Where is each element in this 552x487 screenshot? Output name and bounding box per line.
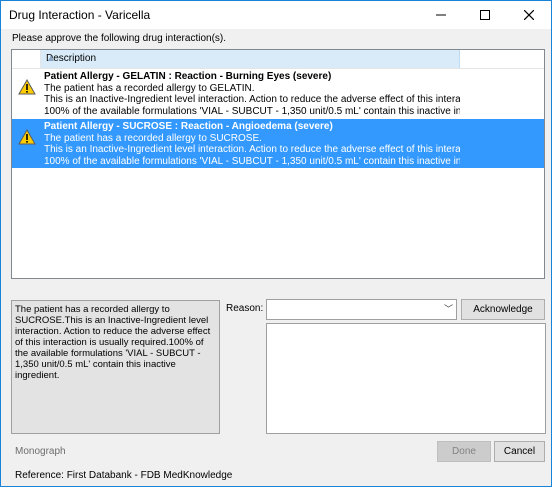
detail-panel: The patient has a recorded allergy to SU… [11, 300, 220, 434]
interaction-line: The patient has a recorded allergy to GE… [44, 82, 255, 94]
interaction-line: 100% of the available formulations 'VIAL… [44, 105, 460, 117]
cancel-button[interactable]: Cancel [494, 441, 545, 462]
reason-label: Reason: [226, 303, 264, 314]
interaction-row-text: Patient Allergy - GELATIN : Reaction - B… [44, 71, 460, 117]
acknowledge-button[interactable]: Acknowledge [461, 299, 545, 320]
monograph-link[interactable]: Monograph [15, 446, 66, 457]
warning-icon [18, 78, 36, 98]
window-title: Drug Interaction - Varicella [9, 8, 151, 22]
description-column-header[interactable]: Description ▲ [41, 50, 460, 68]
reason-dropdown[interactable]: ﹀ [266, 299, 457, 320]
minimize-button[interactable] [419, 1, 463, 29]
interaction-title: Patient Allergy - SUCROSE : Reaction - A… [44, 121, 333, 132]
interaction-list[interactable]: Description ▲ Patient Allergy - GELATIN … [11, 49, 545, 279]
dialog-window: Drug Interaction - Varicella Please appr… [0, 0, 552, 487]
detail-text: The patient has a recorded allergy to SU… [15, 304, 211, 381]
instruction-text: Please approve the following drug intera… [12, 33, 227, 44]
interaction-row-text: Patient Allergy - SUCROSE : Reaction - A… [44, 121, 460, 167]
close-icon [524, 10, 534, 20]
title-bar[interactable]: Drug Interaction - Varicella [1, 1, 551, 29]
reference-text: Reference: First Databank - FDB MedKnowl… [15, 470, 233, 481]
maximize-button[interactable] [463, 1, 507, 29]
icon-column-header[interactable] [12, 50, 41, 68]
chevron-down-icon: ﹀ [443, 304, 453, 314]
interaction-row-sucrose[interactable]: Patient Allergy - SUCROSE : Reaction - A… [12, 119, 544, 168]
maximize-icon [480, 10, 490, 20]
interaction-row-gelatin[interactable]: Patient Allergy - GELATIN : Reaction - B… [12, 69, 544, 118]
sort-ascending-icon: ▲ [46, 53, 56, 64]
interaction-line: This is an Inactive-Ingredient level int… [44, 94, 460, 105]
list-header: Description ▲ [12, 50, 544, 69]
interaction-title: Patient Allergy - GELATIN : Reaction - B… [44, 71, 332, 82]
interaction-line: The patient has a recorded allergy to SU… [44, 132, 262, 144]
minimize-icon [436, 14, 446, 16]
interaction-line: This is an Inactive-Ingredient level int… [44, 144, 460, 155]
done-button[interactable]: Done [437, 441, 491, 462]
warning-icon [18, 128, 36, 148]
interaction-line: 100% of the available formulations 'VIAL… [44, 155, 460, 167]
comment-textarea[interactable] [266, 323, 546, 434]
close-button[interactable] [507, 1, 551, 29]
